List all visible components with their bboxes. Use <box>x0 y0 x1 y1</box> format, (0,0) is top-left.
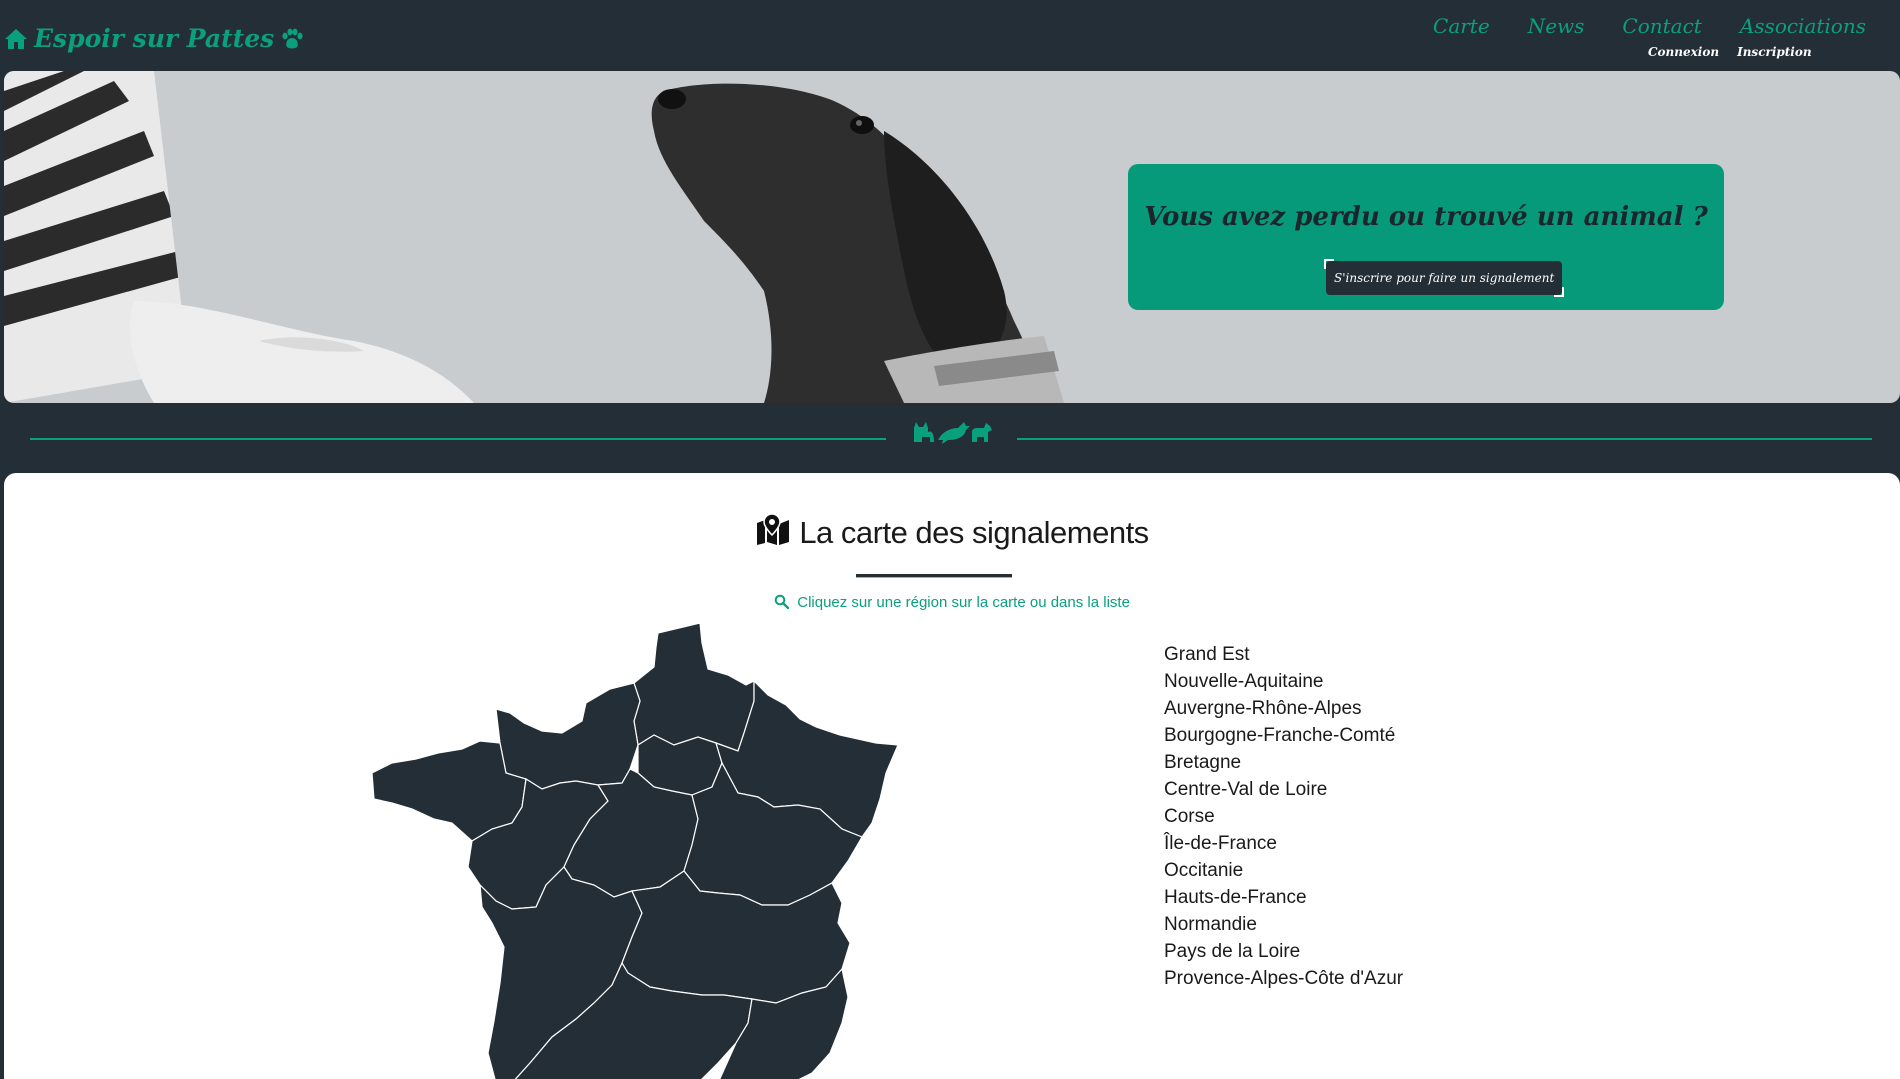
hero-banner: Vous avez perdu ou trouvé un animal ? S'… <box>4 71 1900 403</box>
map-marked-icon <box>755 513 791 553</box>
home-icon <box>4 28 28 50</box>
section-title-text: La carte des signalements <box>799 515 1149 550</box>
site-header: Espoir sur Pattes Carte News Contact Ass… <box>0 0 1900 71</box>
nav-inscription[interactable]: Inscription <box>1737 45 1812 59</box>
region-item-corse[interactable]: Corse <box>1164 803 1403 830</box>
region-item-hauts-de-france[interactable]: Hauts-de-France <box>1164 884 1403 911</box>
region-item-occitanie[interactable]: Occitanie <box>1164 857 1403 884</box>
nav-contact[interactable]: Contact <box>1622 14 1701 38</box>
cta-title: Vous avez perdu ou trouvé un animal ? <box>1144 202 1708 232</box>
divider-line-left <box>30 438 886 440</box>
signup-report-button[interactable]: S'inscrire pour faire un signalement <box>1323 259 1565 297</box>
region-item-nouvelle-aquitaine[interactable]: Nouvelle-Aquitaine <box>1164 668 1403 695</box>
region-item-auvergne-rhone-alpes[interactable]: Auvergne-Rhône-Alpes <box>1164 695 1403 722</box>
region-item-paca[interactable]: Provence-Alpes-Côte d'Azur <box>1164 965 1403 992</box>
map-hint-text: Cliquez sur une région sur la carte ou d… <box>797 594 1130 611</box>
title-rule <box>856 574 1012 578</box>
nav-carte[interactable]: Carte <box>1433 14 1490 38</box>
cat-icon <box>914 422 934 442</box>
nav-associations[interactable]: Associations <box>1740 14 1866 38</box>
map-hint: Cliquez sur une région sur la carte ou d… <box>4 594 1900 611</box>
map-section: La carte des signalements Cliquez sur un… <box>4 473 1900 1079</box>
dog-icon <box>972 423 992 442</box>
nav-connexion[interactable]: Connexion <box>1648 45 1719 59</box>
region-item-pays-de-la-loire[interactable]: Pays de la Loire <box>1164 938 1403 965</box>
paw-icon <box>280 28 304 50</box>
auth-nav: Connexion Inscription <box>1648 45 1812 59</box>
animal-icons <box>912 418 992 448</box>
region-item-grand-est[interactable]: Grand Est <box>1164 641 1403 668</box>
region-hauts-de-france[interactable] <box>633 623 755 752</box>
france-map[interactable] <box>372 623 932 1079</box>
brand-link[interactable]: Espoir sur Pattes <box>4 24 304 53</box>
section-title: La carte des signalements <box>4 513 1900 553</box>
nav-news[interactable]: News <box>1528 14 1585 38</box>
search-icon <box>774 594 797 611</box>
bird-icon <box>938 422 970 444</box>
region-normandie[interactable] <box>495 682 641 790</box>
region-item-centre-val-de-loire[interactable]: Centre-Val de Loire <box>1164 776 1403 803</box>
region-item-normandie[interactable]: Normandie <box>1164 911 1403 938</box>
report-cta-box: Vous avez perdu ou trouvé un animal ? S'… <box>1128 164 1724 310</box>
region-list: Grand Est Nouvelle-Aquitaine Auvergne-Rh… <box>1164 641 1403 992</box>
hero-dog-image <box>4 71 1064 403</box>
region-item-ile-de-france[interactable]: Île-de-France <box>1164 830 1403 857</box>
main-nav: Carte News Contact Associations <box>1433 14 1866 38</box>
region-item-bourgogne-franche-comte[interactable]: Bourgogne-Franche-Comté <box>1164 722 1403 749</box>
divider-line-right <box>1017 438 1872 440</box>
region-item-bretagne[interactable]: Bretagne <box>1164 749 1403 776</box>
brand-name: Espoir sur Pattes <box>34 24 275 53</box>
